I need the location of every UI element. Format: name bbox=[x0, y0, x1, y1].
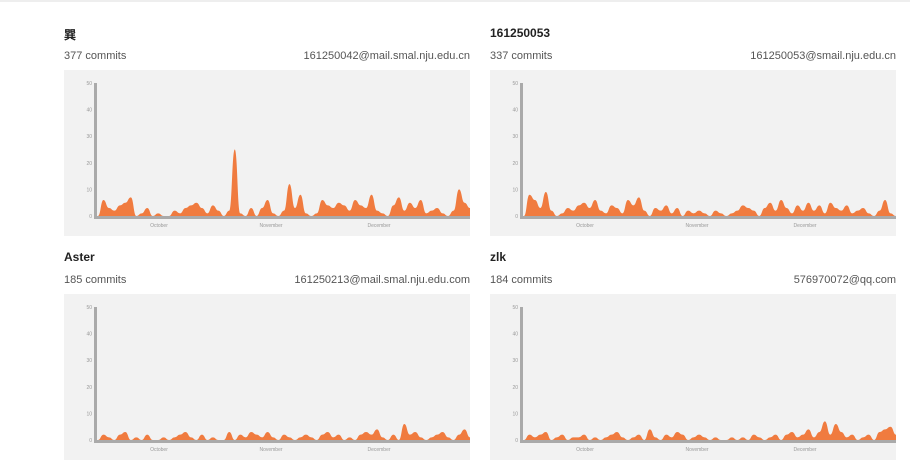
commit-count[interactable]: 185 commits bbox=[64, 274, 126, 286]
y-tick-label: 10 bbox=[86, 187, 92, 193]
top-divider bbox=[0, 0, 910, 2]
y-tick-label: 50 bbox=[86, 81, 92, 87]
y-tick-label: 0 bbox=[515, 214, 518, 220]
x-axis bbox=[94, 440, 470, 443]
contributor-email: 161250042@mail.smal.nju.edu.cn bbox=[303, 50, 471, 62]
x-month-label: December bbox=[367, 447, 390, 453]
x-axis bbox=[520, 216, 896, 219]
commit-count[interactable]: 377 commits bbox=[64, 50, 126, 62]
chart-svg: 50 40 30 20 10 0 October November December bbox=[512, 81, 896, 229]
commit-activity-chart: 50 40 30 20 10 0 October November December bbox=[490, 70, 896, 236]
y-tick-label: 40 bbox=[86, 108, 92, 114]
y-tick-label: 30 bbox=[512, 358, 518, 364]
contributor-card: 巽 377 commits 161250042@mail.smal.nju.ed… bbox=[64, 26, 470, 240]
contributor-name[interactable]: 161250053 bbox=[490, 26, 550, 40]
y-tick-label: 40 bbox=[512, 108, 518, 114]
y-tick-label: 0 bbox=[515, 438, 518, 444]
x-month-label: October bbox=[150, 447, 168, 453]
contributor-card: 161250053 337 commits 161250053@smail.nj… bbox=[490, 26, 896, 240]
y-tick-label: 40 bbox=[512, 332, 518, 338]
contributor-name[interactable]: 巽 bbox=[64, 26, 76, 43]
y-tick-label: 50 bbox=[512, 81, 518, 87]
commit-count[interactable]: 184 commits bbox=[490, 274, 552, 286]
y-tick-label: 20 bbox=[86, 161, 92, 167]
y-tick-label: 0 bbox=[89, 438, 92, 444]
y-tick-label: 0 bbox=[89, 214, 92, 220]
commit-activity-chart: 50 40 30 20 10 0 October November December bbox=[64, 294, 470, 460]
contributor-name[interactable]: zlk bbox=[490, 250, 506, 264]
chart-svg: 50 40 30 20 10 0 October November December bbox=[512, 305, 896, 453]
y-axis bbox=[520, 307, 523, 443]
y-tick-label: 20 bbox=[86, 385, 92, 391]
x-month-label: December bbox=[793, 223, 816, 229]
y-tick-label: 40 bbox=[86, 332, 92, 338]
contributor-card: Aster 185 commits 161250213@mail.smal.nj… bbox=[64, 250, 470, 464]
commit-area bbox=[524, 421, 896, 440]
y-tick-label: 10 bbox=[512, 187, 518, 193]
x-month-label: November bbox=[685, 447, 708, 453]
y-tick-label: 10 bbox=[512, 411, 518, 417]
contributor-card: zlk 184 commits 576970072@qq.com 50 40 30 2… bbox=[490, 250, 896, 464]
commit-count[interactable]: 337 commits bbox=[490, 50, 552, 62]
x-axis bbox=[520, 440, 896, 443]
y-tick-label: 30 bbox=[86, 358, 92, 364]
y-tick-label: 20 bbox=[512, 161, 518, 167]
chart-svg: 50 40 30 20 10 0 October November December bbox=[86, 81, 470, 229]
y-axis bbox=[94, 83, 97, 219]
contributor-email: 161250053@smail.nju.edu.cn bbox=[750, 50, 896, 62]
x-month-label: October bbox=[576, 447, 594, 453]
y-axis bbox=[94, 307, 97, 443]
contributor-email: 161250213@mail.smal.nju.edu.com bbox=[294, 274, 470, 286]
x-month-label: November bbox=[259, 223, 282, 229]
y-tick-label: 30 bbox=[86, 134, 92, 140]
y-tick-label: 50 bbox=[512, 305, 518, 311]
y-tick-label: 50 bbox=[86, 305, 92, 311]
x-axis bbox=[94, 216, 470, 219]
x-month-label: October bbox=[150, 223, 168, 229]
commit-area bbox=[524, 192, 896, 216]
commit-activity-chart: 50 40 30 20 10 0 October November December bbox=[64, 70, 470, 236]
y-tick-label: 30 bbox=[512, 134, 518, 140]
x-month-label: December bbox=[367, 223, 390, 229]
chart-svg: 50 40 30 20 10 0 October November December bbox=[86, 305, 470, 453]
contributor-email: 576970072@qq.com bbox=[793, 274, 896, 286]
contributor-name[interactable]: Aster bbox=[64, 250, 95, 264]
x-month-label: October bbox=[576, 223, 594, 229]
commit-area bbox=[98, 149, 470, 216]
x-month-label: November bbox=[685, 223, 708, 229]
x-month-label: November bbox=[259, 447, 282, 453]
y-axis bbox=[520, 83, 523, 219]
commit-activity-chart: 50 40 30 20 10 0 October November December bbox=[490, 294, 896, 460]
commit-area bbox=[98, 424, 470, 440]
y-tick-label: 20 bbox=[512, 385, 518, 391]
x-month-label: December bbox=[793, 447, 816, 453]
y-tick-label: 10 bbox=[86, 411, 92, 417]
